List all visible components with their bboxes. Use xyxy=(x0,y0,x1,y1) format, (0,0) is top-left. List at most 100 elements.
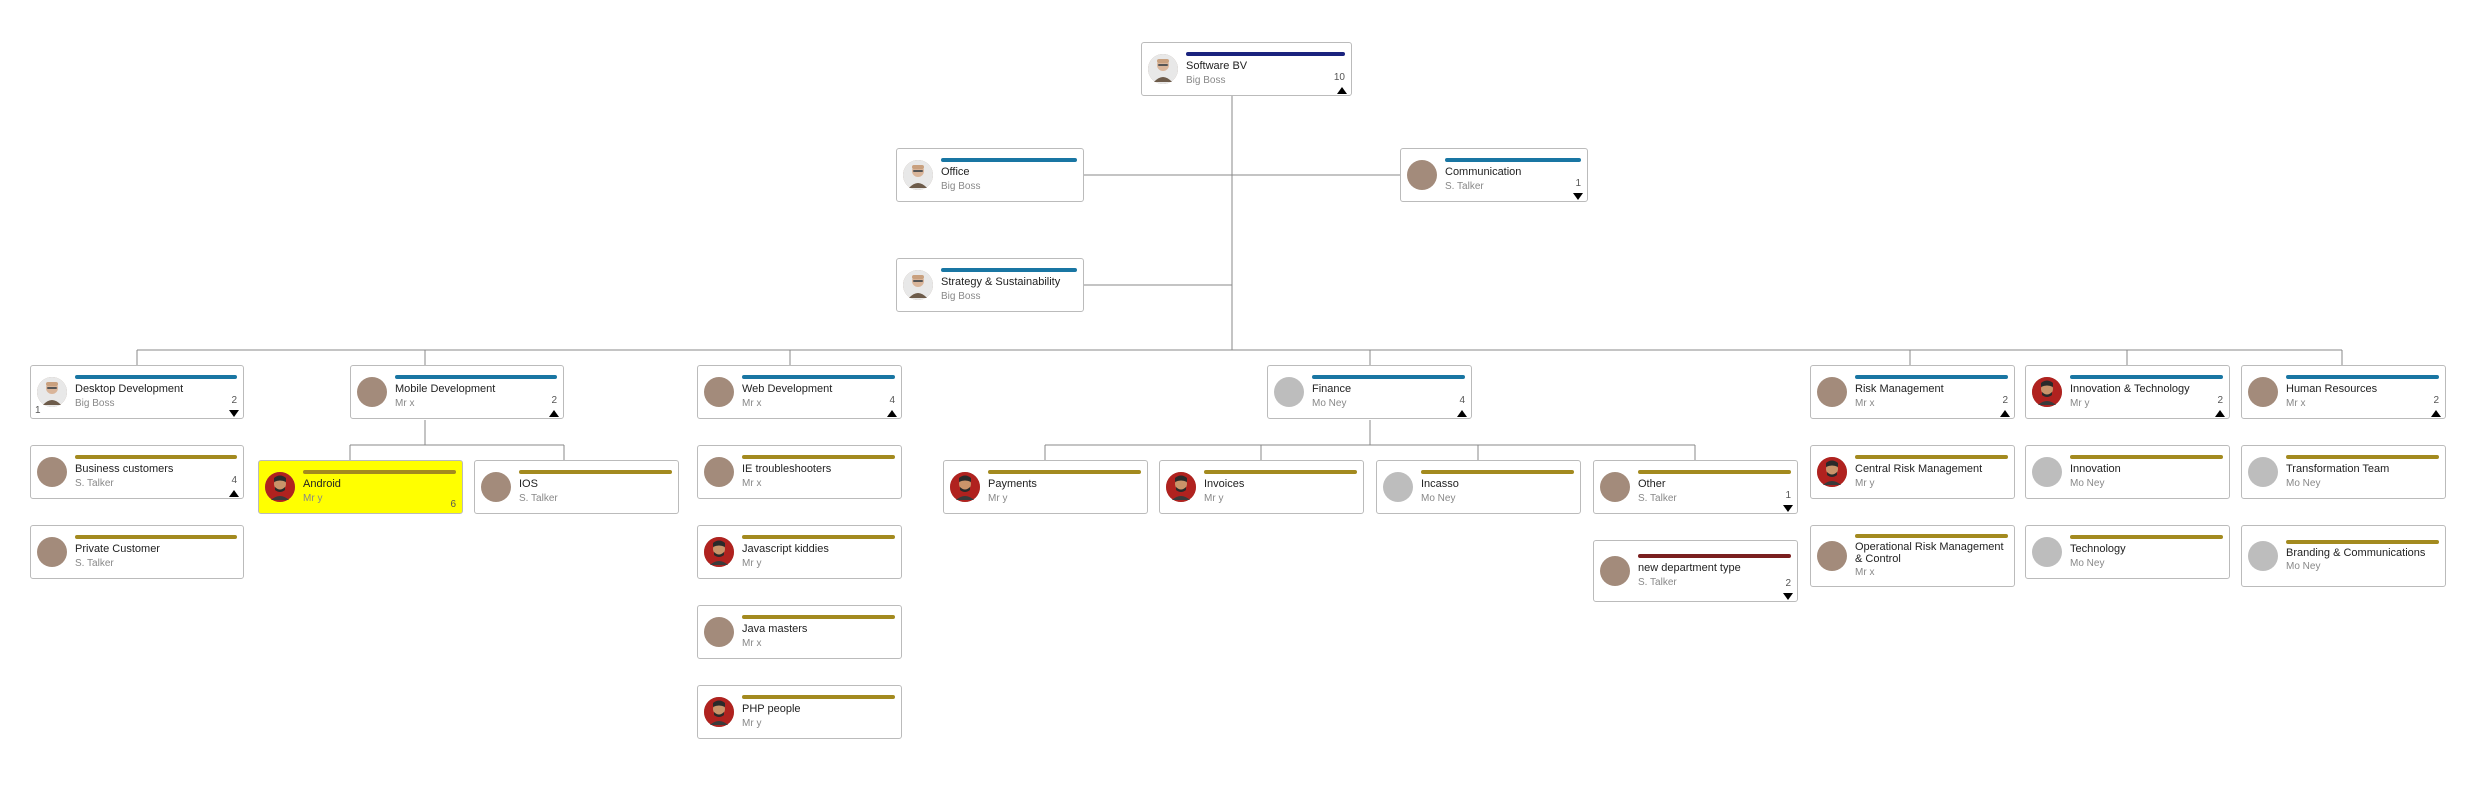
child-count: 10 xyxy=(1334,72,1345,83)
node-title: Web Development xyxy=(742,382,895,396)
node-subtitle: Big Boss xyxy=(75,398,237,409)
node-title: Javascript kiddies xyxy=(742,542,895,556)
node-private-customer[interactable]: Private Customer S. Talker xyxy=(30,525,244,579)
chevron-up-icon xyxy=(2000,410,2010,417)
collapse-toggle[interactable] xyxy=(1337,86,1347,94)
node-type-bar xyxy=(1638,554,1791,558)
avatar-mr-y xyxy=(2032,377,2062,407)
collapse-toggle[interactable] xyxy=(1457,409,1467,417)
avatar xyxy=(37,537,67,567)
node-javascript-kiddies[interactable]: Javascript kiddies Mr y xyxy=(697,525,902,579)
node-type-bar xyxy=(1855,455,2008,459)
avatar xyxy=(1383,472,1413,502)
node-title: Central Risk Management xyxy=(1855,462,2008,476)
node-new-department-type[interactable]: new department type S. Talker 2 xyxy=(1593,540,1798,602)
node-java-masters[interactable]: Java masters Mr x xyxy=(697,605,902,659)
node-subtitle: Mr x xyxy=(395,398,557,409)
chevron-up-icon xyxy=(549,410,559,417)
node-type-bar xyxy=(941,158,1077,162)
node-other[interactable]: Other S. Talker 1 xyxy=(1593,460,1798,514)
node-title: IOS xyxy=(519,477,672,491)
node-business-customers[interactable]: Business customers S. Talker 4 xyxy=(30,445,244,499)
avatar xyxy=(2248,541,2278,571)
node-transformation-team[interactable]: Transformation Team Mo Ney xyxy=(2241,445,2446,499)
child-count: 4 xyxy=(231,475,237,486)
avatar xyxy=(37,457,67,487)
node-type-bar xyxy=(2286,375,2439,379)
node-ie-troubleshooters[interactable]: IE troubleshooters Mr x xyxy=(697,445,902,499)
chevron-up-icon xyxy=(887,410,897,417)
node-web-development[interactable]: Web Development Mr x 4 xyxy=(697,365,902,419)
collapse-toggle[interactable] xyxy=(549,409,559,417)
node-title: Operational Risk Management & Control xyxy=(1855,541,2008,565)
avatar xyxy=(704,457,734,487)
node-branding-communications[interactable]: Branding & Communications Mo Ney xyxy=(2241,525,2446,587)
avatar-big-boss xyxy=(903,160,933,190)
node-operational-risk-management-control[interactable]: Operational Risk Management & Control Mr… xyxy=(1810,525,2015,587)
collapse-toggle[interactable] xyxy=(229,489,239,497)
node-technology[interactable]: Technology Mo Ney xyxy=(2025,525,2230,579)
node-finance[interactable]: Finance Mo Ney 4 xyxy=(1267,365,1472,419)
node-type-bar xyxy=(742,455,895,459)
child-count: 4 xyxy=(1459,395,1465,406)
node-type-bar xyxy=(1204,470,1357,474)
avatar-mr-y xyxy=(1166,472,1196,502)
node-human-resources[interactable]: Human Resources Mr x 2 xyxy=(2241,365,2446,419)
node-subtitle: Mo Ney xyxy=(2070,558,2223,569)
node-type-bar xyxy=(75,375,237,379)
node-subtitle: Mr y xyxy=(303,493,456,504)
collapse-toggle[interactable] xyxy=(887,409,897,417)
node-innovation[interactable]: Innovation Mo Ney xyxy=(2025,445,2230,499)
collapse-toggle[interactable] xyxy=(2215,409,2225,417)
node-mobile-development[interactable]: Mobile Development Mr x 2 xyxy=(350,365,564,419)
node-title: Business customers xyxy=(75,462,237,476)
avatar xyxy=(1407,160,1437,190)
node-type-bar xyxy=(1312,375,1465,379)
node-title: Software BV xyxy=(1186,59,1345,73)
expand-toggle[interactable] xyxy=(1783,592,1793,600)
node-title: Innovation xyxy=(2070,462,2223,476)
node-office[interactable]: Office Big Boss xyxy=(896,148,1084,202)
node-type-bar xyxy=(2070,535,2223,539)
avatar xyxy=(704,617,734,647)
node-incasso[interactable]: Incasso Mo Ney xyxy=(1376,460,1581,514)
node-subtitle: S. Talker xyxy=(75,478,237,489)
expand-toggle[interactable] xyxy=(229,409,239,417)
node-software-bv[interactable]: Software BV Big Boss 10 xyxy=(1141,42,1352,96)
node-title: new department type xyxy=(1638,561,1791,575)
node-payments[interactable]: Payments Mr y xyxy=(943,460,1148,514)
avatar xyxy=(1274,377,1304,407)
node-php-people[interactable]: PHP people Mr y xyxy=(697,685,902,739)
node-title: Technology xyxy=(2070,542,2223,556)
expand-toggle[interactable] xyxy=(1573,192,1583,200)
chevron-down-icon xyxy=(1783,593,1793,600)
node-type-bar xyxy=(742,615,895,619)
node-title: Android xyxy=(303,477,456,491)
node-type-bar xyxy=(1421,470,1574,474)
avatar xyxy=(1817,377,1847,407)
avatar xyxy=(704,377,734,407)
collapse-toggle[interactable] xyxy=(2000,409,2010,417)
node-subtitle: S. Talker xyxy=(1638,493,1791,504)
child-count: 2 xyxy=(231,395,237,406)
node-central-risk-management[interactable]: Central Risk Management Mr y xyxy=(1810,445,2015,499)
node-type-bar xyxy=(519,470,672,474)
collapse-toggle[interactable] xyxy=(2431,409,2441,417)
expand-toggle[interactable] xyxy=(1783,504,1793,512)
chevron-up-icon xyxy=(229,490,239,497)
node-title: Incasso xyxy=(1421,477,1574,491)
avatar-mr-y xyxy=(950,472,980,502)
node-strategy-sustainability[interactable]: Strategy & Sustainability Big Boss xyxy=(896,258,1084,312)
node-innovation-technology[interactable]: Innovation & Technology Mr y 2 xyxy=(2025,365,2230,419)
node-android[interactable]: Android Mr y 6 xyxy=(258,460,463,514)
node-title: Human Resources xyxy=(2286,382,2439,396)
avatar xyxy=(481,472,511,502)
node-communication[interactable]: Communication S. Talker 1 xyxy=(1400,148,1588,202)
node-desktop-development[interactable]: Desktop Development Big Boss 1 2 xyxy=(30,365,244,419)
node-type-bar xyxy=(1855,375,2008,379)
node-type-bar xyxy=(742,695,895,699)
node-subtitle: Mo Ney xyxy=(1312,398,1465,409)
node-invoices[interactable]: Invoices Mr y xyxy=(1159,460,1364,514)
node-ios[interactable]: IOS S. Talker xyxy=(474,460,679,514)
node-risk-management[interactable]: Risk Management Mr x 2 xyxy=(1810,365,2015,419)
